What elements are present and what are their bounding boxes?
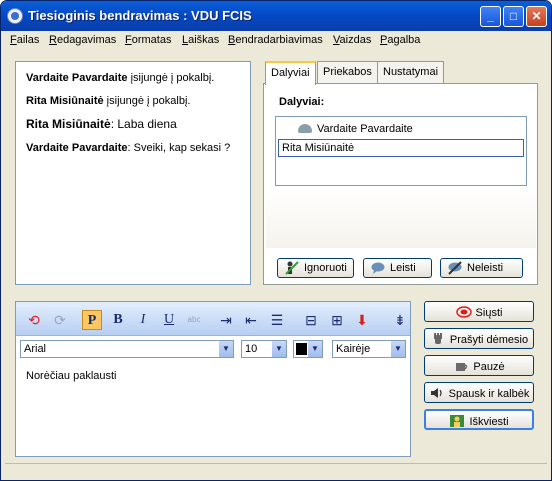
outdent-icon[interactable]: ⇤ [241,310,261,330]
menu-letter[interactable]: Laiškas [182,34,219,46]
insert-block-icon[interactable]: ⊞ [327,310,347,330]
participant-name: Vardaite Pavardaite [317,123,413,135]
status-bar [5,463,547,479]
send-label: Siųsti [475,307,503,319]
size-value: 10 [245,343,258,355]
allow-label: Leisti [390,262,416,274]
no-speech-icon [448,261,462,275]
attention-label: Prašyti dėmesio [449,334,529,346]
chevron-down-icon: ▼ [271,341,286,357]
deny-label: Neleisti [467,262,504,274]
side-tabs: Dalyviai Priekabos Nustatymai Dalyviai: … [263,61,538,285]
menu-bar: Failas Redagavimas Formatas Laiškas Bend… [1,31,551,51]
push-to-talk-button[interactable]: Spausk ir kalbėk [424,382,534,403]
pause-label: Pauzė [473,361,505,373]
arrow-down-icon[interactable]: ⬇ [352,310,372,330]
font-row: Arial ▼ 10 ▼ ▼ Kairėje ▼ [16,338,410,358]
cup-icon [456,363,468,371]
tab-attachments[interactable]: Priekabos [317,61,378,83]
color-select[interactable]: ▼ [293,340,323,358]
message-text: : Laba diena [110,117,177,131]
window-title: Tiesioginis bendravimas : VDU FCIS [28,8,252,23]
message-text: įsijungė į pokalbį. [127,72,215,84]
chevron-down-icon: ▼ [390,341,405,357]
ignore-label: Ignoruoti [304,262,347,274]
chat-window: Tiesioginis bendravimas : VDU FCIS _ □ ✕… [0,0,552,481]
send-button[interactable]: Siųsti [424,301,534,322]
menu-help[interactable]: Pagalba [380,34,420,46]
insert-line-icon[interactable]: ⊟ [301,310,321,330]
chevron-down-icon: ▼ [218,341,233,357]
participants-label: Dalyviai: [279,96,325,108]
minimize-button[interactable]: _ [480,6,501,27]
align-select[interactable]: Kairėje ▼ [332,340,406,358]
speech-bubble-icon [371,262,385,274]
menu-edit[interactable]: Redagavimas [49,34,116,46]
maximize-button[interactable]: □ [503,6,524,27]
message-text: : Sveiki, kap sekasi ? [127,142,231,154]
underline-button[interactable]: U [159,310,179,330]
panel-background [266,188,536,248]
bullet-list-icon[interactable]: ☰ [267,310,287,330]
participants-list[interactable]: Vardaite Pavardaite Rita Misiūnaitė [275,116,527,186]
app-icon [7,8,23,24]
message-author: Vardaite Pavardaite [26,72,128,84]
strike-icon[interactable]: abc [184,310,204,330]
indent-icon[interactable]: ⇥ [216,310,236,330]
invite-icon [450,415,465,427]
speaker-icon [430,388,442,398]
font-value: Arial [24,343,47,355]
close-button[interactable]: ✕ [526,6,547,27]
chevron-down-icon: ▼ [307,341,322,357]
pause-button[interactable]: Pauzė [424,355,534,376]
user-hat-icon [298,124,312,133]
message-author: Rita Misiūnaitė [26,95,104,107]
ignore-icon [285,261,299,275]
chat-message: Rita Misiūnaitė: Laba diena [26,118,240,132]
italic-button[interactable]: I [133,310,153,330]
message-editor: ⟲ ⟳ P B I U abc ⇥ ⇤ ☰ ⊟ ⊞ ⬇ ⇟ Arial ▼ 10… [15,301,411,457]
font-select[interactable]: Arial ▼ [20,340,234,358]
align-value: Kairėje [336,343,371,355]
chat-message: Vardaite Pavardaite įsijungė į pokalbį. [26,72,240,85]
menu-format[interactable]: Formatas [125,34,171,46]
hand-icon [433,333,442,344]
participant-item[interactable]: Vardaite Pavardaite [278,121,524,138]
redo-icon[interactable]: ⟳ [50,310,70,330]
participant-name: Rita Misiūnaitė [282,142,355,154]
tab-participants[interactable]: Dalyviai [265,61,316,85]
chat-message: Rita Misiūnaitė įsijungė į pokalbį. [26,95,240,108]
menu-file[interactable]: Failas [10,34,39,46]
menu-view[interactable]: Vaizdas [333,34,371,46]
invite-label: Iškviesti [469,416,509,428]
invite-button[interactable]: Iškviesti [424,409,534,430]
menu-collaboration[interactable]: Bendradarbiavimas [228,34,323,46]
title-bar[interactable]: Tiesioginis bendravimas : VDU FCIS _ □ ✕ [1,1,551,31]
message-input[interactable]: Norėčiau paklausti [26,370,117,382]
toolbar-more-icon[interactable]: ⇟ [393,310,407,330]
participants-panel: Dalyviai: Vardaite Pavardaite Rita Misiū… [263,83,538,285]
ignore-button[interactable]: Ignoruoti [277,258,354,278]
tab-settings[interactable]: Nustatymai [377,61,445,83]
message-text: įsijungė į pokalbį. [103,95,191,107]
chat-history[interactable]: Vardaite Pavardaite įsijungė į pokalbį. … [15,61,251,285]
format-toolbar: ⟲ ⟳ P B I U abc ⇥ ⇤ ☰ ⊟ ⊞ ⬇ ⇟ [16,302,410,336]
participant-item[interactable]: Rita Misiūnaitė [278,139,524,157]
allow-button[interactable]: Leisti [363,258,432,278]
send-icon [455,306,472,318]
request-attention-button[interactable]: Prašyti dėmesio [424,328,534,349]
message-author: Rita Misiūnaitė [26,117,111,131]
size-select[interactable]: 10 ▼ [241,340,287,358]
chat-message: Vardaite Pavardaite: Sveiki, kap sekasi … [26,142,240,155]
push-to-talk-label: Spausk ir kalbėk [448,388,530,400]
message-author: Vardaite Pavardaite [26,142,128,154]
bold-button[interactable]: B [108,310,128,330]
paragraph-button[interactable]: P [82,310,102,330]
deny-button[interactable]: Neleisti [440,258,523,278]
undo-icon[interactable]: ⟲ [24,310,44,330]
